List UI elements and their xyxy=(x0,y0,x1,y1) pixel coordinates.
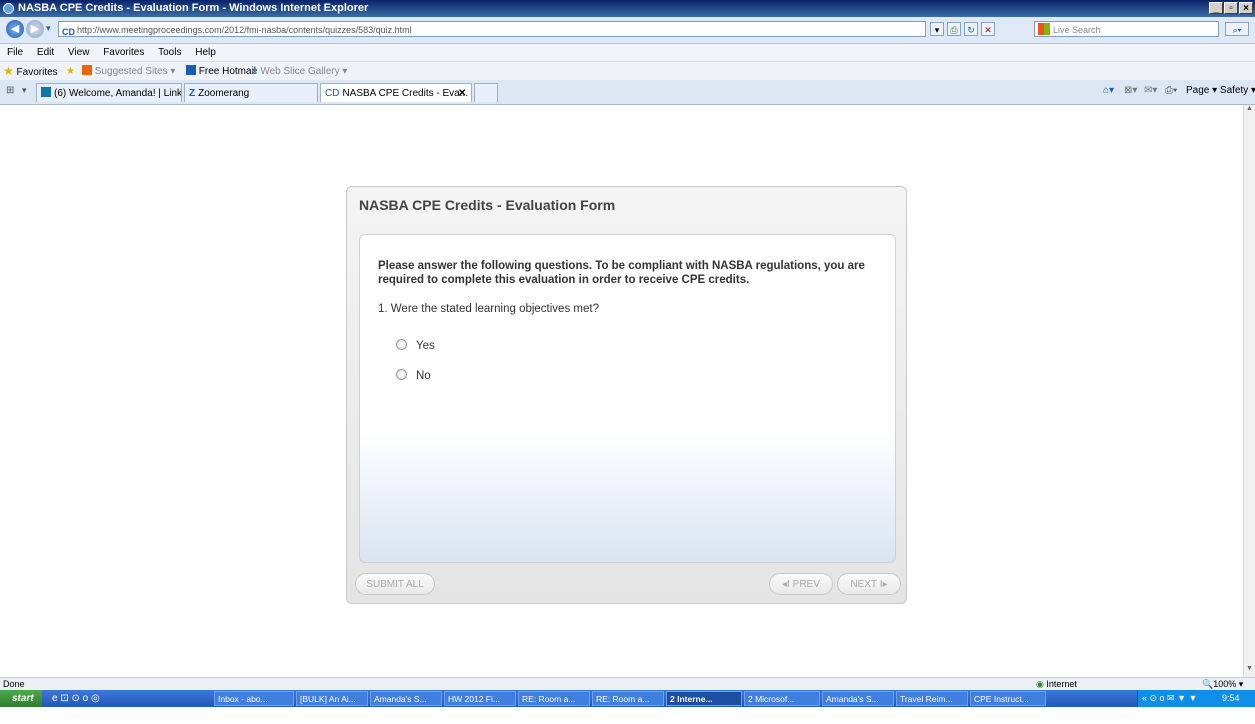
menu-favorites[interactable]: Favorites xyxy=(103,47,144,58)
ie-icon xyxy=(3,3,14,14)
menu-edit[interactable]: Edit xyxy=(37,47,54,58)
radio-no[interactable] xyxy=(396,369,407,380)
prev-button[interactable]: ◂I PREV xyxy=(769,573,833,595)
form-title: NASBA CPE Credits - Evaluation Form xyxy=(359,197,616,213)
page-icon: CD xyxy=(325,88,340,99)
quick-tabs-icon[interactable]: ⊞ xyxy=(6,85,14,96)
refresh-icon[interactable]: ↻ xyxy=(964,22,978,36)
suggested-sites-icon xyxy=(82,65,92,75)
tray-icons[interactable]: « ⊙ o ✉ ▼ ▼ xyxy=(1142,690,1197,707)
address-dropdown-button[interactable]: ▾ xyxy=(930,22,944,36)
new-tab-button[interactable] xyxy=(474,83,498,102)
tab-list-dropdown[interactable]: ▾ xyxy=(22,85,27,96)
hotmail-icon xyxy=(186,65,196,75)
stop-icon[interactable]: ✕ xyxy=(981,22,995,36)
task-amandas[interactable]: Amanda's S... xyxy=(370,691,442,706)
ie-small-icon: e xyxy=(252,66,258,77)
maximize-button[interactable]: ▫ xyxy=(1224,2,1238,14)
command-menus[interactable]: Page ▾ Safety ▾ Tools ▾ xyxy=(1186,85,1255,96)
next-button[interactable]: NEXT I▸ xyxy=(837,573,901,595)
globe-icon: ◉ xyxy=(1036,679,1044,689)
menu-bar: File Edit View Favorites Tools Help xyxy=(0,44,1255,61)
menu-tools[interactable]: Tools xyxy=(158,47,181,58)
web-slice-gallery-link[interactable]: e Web Slice Gallery ▾ xyxy=(252,62,347,81)
tab-bar: ⊞ ▾ (6) Welcome, Amanda! | Link... Z Zoom… xyxy=(0,80,1255,105)
quick-launch-icons[interactable]: e ⊡ ⊙ o ◎ xyxy=(52,690,100,707)
favorites-bar: ★ Favorites ★ Suggested Sites ▾ Free Hot… xyxy=(0,61,1255,81)
system-tray: « ⊙ o ✉ ▼ ▼ 9:54 AM xyxy=(1137,690,1255,720)
address-toolbar: ◀ ▶ ▾ CD http://www.meetingproceedings.c… xyxy=(0,17,1255,44)
suggested-sites-link[interactable]: Suggested Sites ▾ xyxy=(82,62,175,81)
question-text: 1. Were the stated learning objectives m… xyxy=(378,303,599,315)
clock[interactable]: 9:54 AM xyxy=(1222,690,1255,724)
task-microsoft[interactable]: 2 Microsof... xyxy=(744,691,820,706)
linkedin-icon xyxy=(41,87,51,97)
zoom-icon: 🔍 xyxy=(1202,679,1214,689)
taskbar: start e ⊡ ⊙ o ◎ Inbox - abo... [BULK] An… xyxy=(0,690,1255,720)
free-hotmail-link[interactable]: Free Hotmail xyxy=(186,62,256,81)
close-button[interactable]: × xyxy=(1239,2,1253,14)
form-instructions: Please answer the following questions. T… xyxy=(378,260,865,286)
favorites-button[interactable]: ★ Favorites xyxy=(3,62,58,82)
address-input[interactable]: CD http://www.meetingproceedings.com/201… xyxy=(58,21,926,37)
compatibility-icon[interactable]: ⎙ xyxy=(947,22,961,36)
home-icon[interactable]: ⌂▾ xyxy=(1103,85,1114,96)
search-icon[interactable]: ⌕▾ xyxy=(1225,22,1249,36)
scroll-down-icon[interactable]: ▼ xyxy=(1245,665,1254,675)
task-cpe-instruct[interactable]: CPE Instruct... xyxy=(970,691,1046,706)
print-icon[interactable]: ⎙▾ xyxy=(1165,85,1177,96)
feeds-icon[interactable]: ⊠▾ xyxy=(1124,85,1137,96)
menu-view[interactable]: View xyxy=(68,47,90,58)
mail-icon[interactable]: ✉▾ xyxy=(1144,85,1157,96)
status-bar: Done ◉ Internet 🔍100% ▾ xyxy=(0,677,1255,691)
minimize-button[interactable]: _ xyxy=(1209,2,1223,14)
task-amandas-word[interactable]: Amanda's S... xyxy=(822,691,894,706)
start-button[interactable]: start xyxy=(0,690,42,707)
menu-help[interactable]: Help xyxy=(195,47,216,58)
window-title: NASBA CPE Credits - Evaluation Form - Wi… xyxy=(18,2,369,14)
task-outlook-inbox[interactable]: Inbox - abo... xyxy=(214,691,294,706)
task-room-1[interactable]: RE: Room a... xyxy=(518,691,590,706)
forward-button[interactable]: ▶ xyxy=(26,20,44,38)
tab-zoomerang[interactable]: Z Zoomerang xyxy=(184,83,318,102)
window-title-bar: NASBA CPE Credits - Evaluation Form - Wi… xyxy=(0,0,1255,17)
radio-yes[interactable] xyxy=(396,339,407,350)
tab-linkedin[interactable]: (6) Welcome, Amanda! | Link... xyxy=(36,83,182,102)
task-bulk[interactable]: [BULK] An Ai... xyxy=(296,691,368,706)
add-favorites-icon[interactable]: ★ xyxy=(66,62,75,81)
submit-all-button[interactable]: SUBMIT ALL xyxy=(355,573,435,595)
option-yes[interactable]: Yes xyxy=(396,339,435,352)
task-internet-explorer[interactable]: 2 Interne... xyxy=(666,691,742,706)
option-no[interactable]: No xyxy=(396,369,431,382)
task-travel-reim[interactable]: Travel Reim... xyxy=(896,691,968,706)
live-search-icon xyxy=(1038,23,1050,35)
menu-file[interactable]: File xyxy=(7,47,23,58)
option-yes-label: Yes xyxy=(416,340,435,352)
evaluation-form: NASBA CPE Credits - Evaluation Form Plea… xyxy=(346,186,907,604)
close-tab-icon[interactable]: ✕ xyxy=(458,84,466,102)
history-dropdown[interactable]: ▾ xyxy=(46,23,51,34)
search-input[interactable]: Live Search xyxy=(1034,21,1219,37)
form-body: Please answer the following questions. T… xyxy=(359,234,896,563)
back-button[interactable]: ◀ xyxy=(6,20,24,38)
page-icon: CD xyxy=(62,27,75,37)
task-room-2[interactable]: RE: Room a... xyxy=(592,691,664,706)
vertical-scrollbar[interactable]: ▲ ▼ xyxy=(1243,105,1255,677)
option-no-label: No xyxy=(416,370,431,382)
search-placeholder: Live Search xyxy=(1053,25,1101,35)
task-hw2012[interactable]: HW 2012 Fi... xyxy=(444,691,516,706)
star-icon: ★ xyxy=(3,64,14,78)
zoomerang-icon: Z xyxy=(189,88,196,99)
scroll-up-icon[interactable]: ▲ xyxy=(1245,105,1254,115)
address-url: http://www.meetingproceedings.com/2012/f… xyxy=(77,25,412,35)
tab-nasba[interactable]: CD NASBA CPE Credits - Eva... ✕ xyxy=(320,83,472,102)
